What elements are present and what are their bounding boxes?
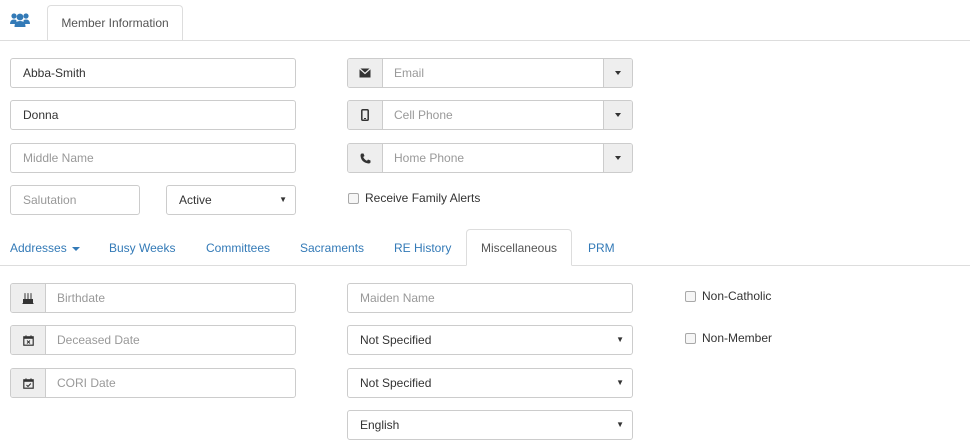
cell-phone-field[interactable]: Cell Phone — [382, 101, 604, 129]
caret-down-icon: ▼ — [279, 195, 287, 204]
deceased-date-field[interactable]: Deceased Date — [45, 326, 295, 354]
tab-prm[interactable]: PRM — [588, 240, 615, 256]
birthday-cake-icon — [11, 284, 46, 312]
tab-member-information[interactable]: Member Information — [47, 5, 183, 41]
not-specified-select-1[interactable]: Not Specified ▼ — [347, 325, 633, 355]
envelope-icon — [348, 59, 383, 87]
maiden-name-field[interactable]: Maiden Name — [347, 283, 633, 313]
tab-sacraments[interactable]: Sacraments — [300, 240, 364, 256]
caret-down-icon — [615, 113, 621, 117]
cell-type-dropdown[interactable] — [603, 101, 632, 129]
header-divider — [0, 40, 970, 41]
caret-down-icon — [615, 71, 621, 75]
caret-down-icon: ▼ — [616, 420, 624, 429]
non-member-label: Non-Member — [702, 331, 773, 345]
birthdate-field[interactable]: Birthdate — [45, 284, 295, 312]
calendar-x-icon — [11, 326, 46, 354]
tab-busy-weeks[interactable]: Busy Weeks — [109, 240, 175, 256]
non-member-checkbox[interactable] — [685, 333, 696, 344]
cori-date-input-group[interactable]: CORI Date — [10, 368, 296, 398]
tab-committees[interactable]: Committees — [206, 240, 270, 256]
home-type-dropdown[interactable] — [603, 144, 632, 172]
family-alerts-label: Receive Family Alerts — [365, 191, 481, 205]
status-value: Active — [179, 193, 212, 207]
calendar-check-icon — [11, 369, 46, 397]
email-input-group[interactable]: Email — [347, 58, 633, 88]
status-select[interactable]: Active ▼ — [166, 185, 296, 215]
family-alerts-checkbox[interactable] — [348, 193, 359, 204]
tab-addresses-label: Addresses — [10, 241, 67, 255]
cori-date-field[interactable]: CORI Date — [45, 369, 295, 397]
birthdate-input-group[interactable]: Birthdate — [10, 283, 296, 313]
select-2-value: Not Specified — [360, 376, 432, 390]
not-specified-select-2[interactable]: Not Specified ▼ — [347, 368, 633, 398]
cell-phone-input-group[interactable]: Cell Phone — [347, 100, 633, 130]
home-phone-input-group[interactable]: Home Phone — [347, 143, 633, 173]
tab-addresses[interactable]: Addresses — [10, 240, 80, 256]
caret-down-icon — [615, 156, 621, 160]
email-type-dropdown[interactable] — [603, 59, 632, 87]
middle-name-field[interactable]: Middle Name — [10, 143, 296, 173]
deceased-date-input-group[interactable]: Deceased Date — [10, 325, 296, 355]
first-name-field[interactable]: Donna — [10, 100, 296, 130]
caret-down-icon: ▼ — [616, 335, 624, 344]
select-1-value: Not Specified — [360, 333, 432, 347]
non-catholic-checkbox[interactable] — [685, 291, 696, 302]
tab-miscellaneous[interactable]: Miscellaneous — [466, 229, 572, 266]
caret-down-icon — [71, 246, 80, 251]
language-select[interactable]: English ▼ — [347, 410, 633, 440]
non-catholic-label: Non-Catholic — [702, 289, 772, 303]
tab-re-history[interactable]: RE History — [394, 240, 451, 256]
mobile-icon — [348, 101, 383, 129]
salutation-field[interactable]: Salutation — [10, 185, 140, 215]
caret-down-icon: ▼ — [616, 378, 624, 387]
email-field[interactable]: Email — [382, 59, 604, 87]
home-phone-field[interactable]: Home Phone — [382, 144, 604, 172]
phone-icon — [348, 144, 383, 172]
last-name-field[interactable]: Abba-Smith — [10, 58, 296, 88]
users-icon — [10, 12, 30, 28]
